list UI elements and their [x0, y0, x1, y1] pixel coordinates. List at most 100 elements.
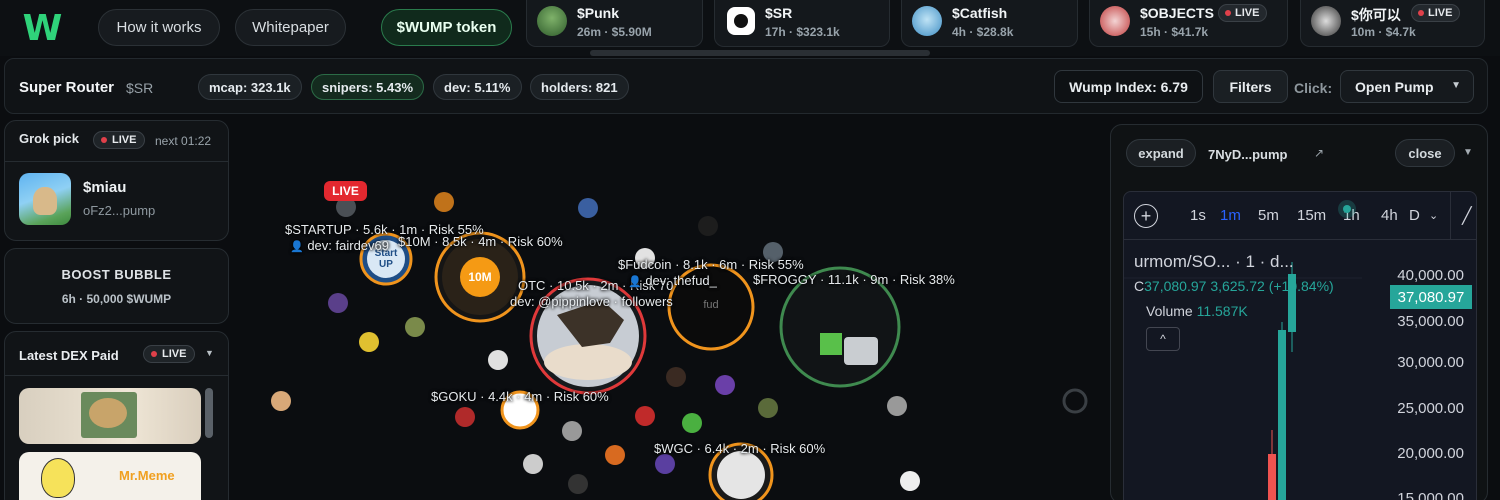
price-axis-label: 15,000.00	[1397, 490, 1464, 500]
token-title: Super Router	[19, 79, 115, 96]
live-badge: LIVE	[324, 181, 367, 201]
ticker-card-punk[interactable]: $Punk 26m · $5.90M	[526, 0, 703, 47]
bubble-map: LIVE Start UP 10M fud $STARTUP · 5.6k · …	[232, 115, 1107, 500]
wump-token-button[interactable]: $WUMP token	[381, 9, 512, 46]
ticker-card-catfish[interactable]: $Catfish 4h · $28.8k	[901, 0, 1078, 47]
ticker-meta: 4h · $28.8k	[952, 25, 1014, 39]
person-icon: 👤	[290, 241, 304, 253]
bubble-small[interactable]	[568, 474, 588, 494]
dex-card[interactable]	[19, 388, 201, 444]
grok-pick-header: Grok pick	[19, 131, 79, 146]
bubble-small[interactable]	[900, 471, 920, 491]
wump-logo[interactable]: W	[14, 7, 68, 49]
dex-scrollbar[interactable]	[205, 388, 213, 438]
ticker-name: $Catfish	[952, 5, 1008, 21]
collapse-legend-button[interactable]: ^	[1146, 327, 1180, 351]
bubble-small[interactable]	[455, 407, 475, 427]
ticker-card-nikeyi[interactable]: $你可以 10m · $4.7k LIVE	[1300, 0, 1485, 47]
bubble-label-10m: $10M · 8.5k · 4m · Risk 60%	[398, 234, 563, 249]
bubble-small[interactable]	[605, 445, 625, 465]
mcap-stat: mcap: 323.1k	[198, 74, 302, 100]
punk-avatar	[537, 6, 567, 36]
bubble-dev-otc: dev: @pippinlove · followers	[510, 294, 673, 309]
ohlc-prefix: C	[1134, 278, 1145, 294]
chart-symbol[interactable]: urmom/SO... · 1 · d...	[1134, 252, 1294, 272]
pick-name[interactable]: $miau	[83, 179, 126, 196]
bubble-label-fudcoin: $Fudcoin · 8.1k · 6m · Risk 55%	[618, 257, 804, 272]
ticker-card-objects[interactable]: $OBJECTS 15h · $41.7k LIVE	[1089, 0, 1288, 47]
bubble-small[interactable]	[405, 317, 425, 337]
pick-avatar[interactable]	[19, 173, 71, 225]
chevron-down-icon[interactable]: ▼	[1463, 147, 1473, 158]
nikeyi-avatar	[1311, 6, 1341, 36]
snipers-stat: snipers: 5.43%	[311, 74, 425, 100]
live-badge: LIVE	[143, 345, 196, 363]
logo-mark: W	[22, 7, 63, 49]
bubble-small[interactable]	[578, 198, 598, 218]
catfish-avatar	[912, 6, 942, 36]
ticker-meta: 17h · $323.1k	[765, 25, 840, 39]
chevron-down-icon[interactable]: ▼	[205, 348, 214, 358]
bubble-small[interactable]	[698, 216, 718, 236]
bubble-small[interactable]	[359, 332, 379, 352]
wump-index-badge[interactable]: Wump Index: 6.79	[1054, 70, 1203, 103]
bubble-small[interactable]	[271, 391, 291, 411]
status-dot	[1343, 205, 1351, 213]
boost-subtitle: 6h · 50,000 $WUMP	[61, 292, 172, 306]
candle-down	[1268, 454, 1276, 500]
bubble-small[interactable]	[666, 367, 686, 387]
boost-title: BOOST BUBBLE	[61, 267, 172, 282]
expand-button[interactable]: expand	[1126, 139, 1196, 167]
bubble-image-text: fud	[703, 299, 719, 311]
ohlc-readout: C37,080.97 3,625.72 (+10.84%)	[1134, 278, 1334, 294]
whitepaper-button[interactable]: Whitepaper	[235, 9, 346, 46]
token-address[interactable]: 7NyD...pump	[1208, 147, 1287, 162]
bubble-small[interactable]	[434, 192, 454, 212]
bubble-small[interactable]	[328, 293, 348, 313]
filters-button[interactable]: Filters	[1213, 70, 1288, 103]
ticker-name: $OBJECTS	[1140, 5, 1214, 21]
bubble-small[interactable]	[655, 454, 675, 474]
tradingview-chart[interactable]: + 1s 1m 5m 15m 1h 4h D ⌄ ╱ urmom/SO... ·…	[1123, 191, 1477, 500]
dex-card-title: Mr.Meme	[119, 468, 175, 483]
bubble-small[interactable]	[682, 413, 702, 433]
ticker-meta: 10m · $4.7k	[1351, 25, 1416, 39]
price-axis-label: 35,000.00	[1397, 313, 1464, 330]
bubble-dev-fudcoin: 👤 dev: thefud_	[628, 273, 717, 288]
external-link-icon[interactable]: ↗	[1314, 146, 1324, 160]
bubble-small[interactable]	[562, 421, 582, 441]
bubble-small[interactable]	[635, 406, 655, 426]
click-action-value: Open Pump	[1355, 78, 1434, 95]
dev-stat: dev: 5.11%	[433, 74, 522, 100]
live-badge: LIVE	[1411, 4, 1461, 22]
token-info-bar: Super Router $SR mcap: 323.1k snipers: 5…	[4, 58, 1488, 114]
dex-card[interactable]: Mr.Meme	[19, 452, 201, 500]
click-label: Click:	[1294, 80, 1333, 96]
ohlc-close: 37,080.97	[1144, 278, 1207, 294]
bubble-small[interactable]	[523, 454, 543, 474]
bubble-center-label: 10M	[468, 270, 492, 284]
ticker-name: $你可以	[1351, 7, 1401, 23]
dev-handle: dev: fairdev69	[307, 238, 389, 253]
live-badge: LIVE	[93, 131, 146, 149]
bubble-small[interactable]	[488, 350, 508, 370]
bubble-small[interactable]	[715, 375, 735, 395]
bubble-small[interactable]	[758, 398, 778, 418]
ticker-scrollbar[interactable]	[590, 50, 930, 56]
bubble-label-wgc: $WGC · 6.4k · 2m · Risk 60%	[654, 441, 826, 456]
bubble-empty[interactable]	[1062, 388, 1088, 414]
top-bar: W How it works Whitepaper $WUMP token $P…	[0, 0, 1500, 56]
how-it-works-button[interactable]: How it works	[98, 9, 220, 46]
click-action-select[interactable]: Open Pump ▼	[1340, 70, 1474, 103]
bubble-label-froggy: $FROGGY · 11.1k · 9m · Risk 38%	[753, 272, 955, 287]
bubble-dev-startup: 👤 dev: fairdev69	[290, 238, 389, 253]
close-button[interactable]: close	[1395, 139, 1455, 167]
price-axis-label: 30,000.00	[1397, 354, 1464, 371]
bubble-small[interactable]	[887, 396, 907, 416]
boost-bubble-panel[interactable]: BOOST BUBBLE 6h · 50,000 $WUMP	[4, 248, 229, 324]
chart-panel: expand 7NyD...pump ↗ close ▼ + 1s 1m 5m …	[1110, 124, 1488, 500]
ohlc-change: 3,625.72 (+10.84%)	[1210, 278, 1334, 294]
ticker-card-sr[interactable]: $SR 17h · $323.1k	[714, 0, 890, 47]
dex-header: Latest DEX Paid	[19, 348, 119, 363]
bubble-label-goku: $GOKU · 4.4k · 4m · Risk 60%	[431, 389, 609, 404]
